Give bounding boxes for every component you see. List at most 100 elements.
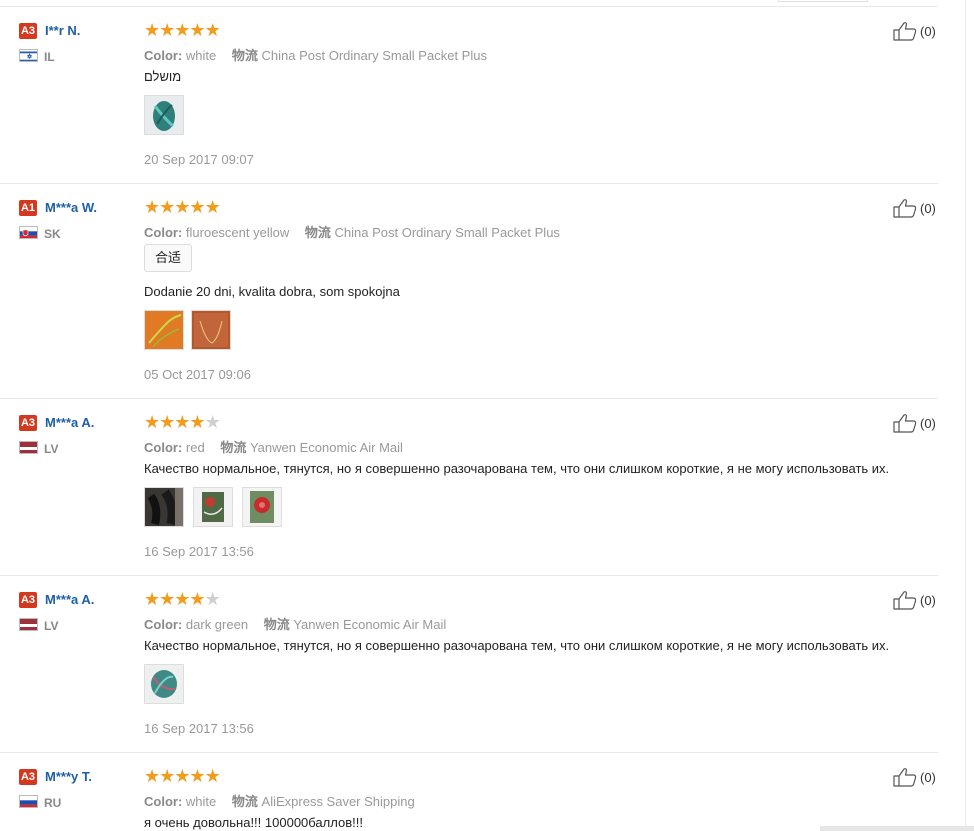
review-photo-thumbnail[interactable] [193,487,233,527]
review-date: 16 Sep 2017 13:56 [144,721,254,736]
star-filled-icon: ★ [204,197,221,217]
thumbs-up-icon [893,768,917,787]
star-filled-icon: ★ [174,20,190,40]
reviewer-name[interactable]: M***a A. [45,415,94,430]
star-filled-icon: ★ [189,197,205,217]
review-photo-thumbnail[interactable] [144,310,184,350]
buyer-level-badge: A3 [19,415,37,431]
review-photo-thumbnail[interactable] [242,487,282,527]
color-value: dark green [185,617,249,632]
review-photo-thumbnail[interactable] [144,95,184,135]
shipping-value: China Post Ordinary Small Packet Plus [334,225,560,240]
review-photo-thumbnail[interactable] [144,487,184,527]
star-filled-icon: ★ [159,412,175,432]
buyer-level-badge: A1 [19,200,37,216]
thumbs-up-icon [893,591,917,610]
reviewer-name[interactable]: M***a W. [45,200,97,215]
helpful-count: (0) [920,770,936,785]
helpful-count: (0) [920,593,936,608]
helpful-button[interactable]: (0) [893,198,939,218]
helpful-count: (0) [920,416,936,431]
review-date: 16 Sep 2017 13:56 [144,544,254,559]
star-empty-icon: ★ [204,412,221,432]
reviewer-name[interactable]: M***y T. [45,769,92,784]
review-attributes: Color: dark green 物流 Yanwen Economic Air… [144,614,446,633]
country-flag-icon [19,618,38,631]
star-filled-icon: ★ [174,766,190,786]
color-value: fluroescent yellow [185,225,290,240]
review-text: я очень довольна!!! 100000баллов!!! [144,815,363,830]
review-attributes: Color: white 物流 China Post Ordinary Smal… [144,45,487,64]
pagination-edge [778,0,868,2]
helpful-button[interactable]: (0) [893,590,939,610]
review-date: 20 Sep 2017 09:07 [144,152,254,167]
buyer-level-badge: A3 [19,23,37,39]
review-text: Dodanie 20 dni, kvalita dobra, som spoko… [144,284,400,299]
helpful-button[interactable]: (0) [893,21,939,41]
shipping-label: 物流 [231,794,258,809]
shipping-label: 物流 [231,48,258,63]
star-rating: ★★★★★ [144,412,221,432]
review-date: 05 Oct 2017 09:06 [144,367,251,382]
review-text: מושלם [144,69,182,84]
star-filled-icon: ★ [159,20,175,40]
helpful-button[interactable]: (0) [893,413,939,433]
buyer-level-badge: A3 [19,769,37,785]
country-flag-icon [19,226,38,239]
star-rating: ★★★★★ [144,20,221,40]
color-value: white [185,48,217,63]
reviewer-country: IL [44,50,55,64]
thumbs-up-icon [893,414,917,433]
review-text: Качество нормальное, тянутся, но я совер… [144,638,890,653]
star-filled-icon: ★ [144,412,160,432]
reviewer-country: RU [44,796,62,810]
review-item: A3 M***a A. LV ★★★★★ Color: red 物流 Yanwe… [0,399,938,576]
shipping-label: 物流 [263,617,290,632]
helpful-button[interactable]: (0) [893,767,939,787]
review-photo-thumbnail[interactable] [144,664,184,704]
star-filled-icon: ★ [144,20,160,40]
shipping-value: China Post Ordinary Small Packet Plus [261,48,487,63]
review-item: A1 M***a W. SK ★★★★★ Color: fluroescent … [0,184,938,399]
color-label: Color: [144,48,183,63]
shipping-value: AliExpress Saver Shipping [261,794,415,809]
star-filled-icon: ★ [174,412,190,432]
star-filled-icon: ★ [159,766,175,786]
review-text: Качество нормальное, тянутся, но я совер… [144,461,890,476]
star-filled-icon: ★ [159,197,175,217]
color-label: Color: [144,617,183,632]
thumbs-up-icon [893,199,917,218]
star-filled-icon: ★ [144,589,160,609]
star-filled-icon: ★ [159,589,175,609]
review-photo-thumbnail[interactable] [191,310,231,350]
review-item: A3 M***y T. RU ★★★★★ Color: white 物流 Ali… [0,753,938,831]
color-label: Color: [144,794,183,809]
star-empty-icon: ★ [204,589,221,609]
star-rating: ★★★★★ [144,766,221,786]
shipping-label: 物流 [304,225,331,240]
star-filled-icon: ★ [174,197,190,217]
reviewer-country: SK [44,227,61,241]
star-filled-icon: ★ [189,589,205,609]
shipping-value: Yanwen Economic Air Mail [293,617,447,632]
review-attributes: Color: red 物流 Yanwen Economic Air Mail [144,437,403,456]
country-flag-icon [19,441,38,454]
color-value: red [185,440,205,455]
country-flag-icon [19,795,38,808]
star-filled-icon: ★ [144,766,160,786]
star-filled-icon: ★ [204,766,221,786]
review-item: A3 I**r N. IL ★★★★★ Color: white 物流 Chin… [0,7,938,184]
reviewer-country: LV [44,442,59,456]
buyer-level-badge: A3 [19,592,37,608]
helpful-count: (0) [920,24,936,39]
scrollbar-track[interactable] [965,0,966,831]
thumbs-up-icon [893,22,917,41]
helpful-count: (0) [920,201,936,216]
shipping-label: 物流 [220,440,247,455]
reviewer-name[interactable]: M***a A. [45,592,94,607]
review-attributes: Color: white 物流 AliExpress Saver Shippin… [144,791,415,810]
shipping-value: Yanwen Economic Air Mail [249,440,403,455]
star-filled-icon: ★ [204,20,221,40]
reviewer-name[interactable]: I**r N. [45,23,80,38]
color-label: Color: [144,440,183,455]
